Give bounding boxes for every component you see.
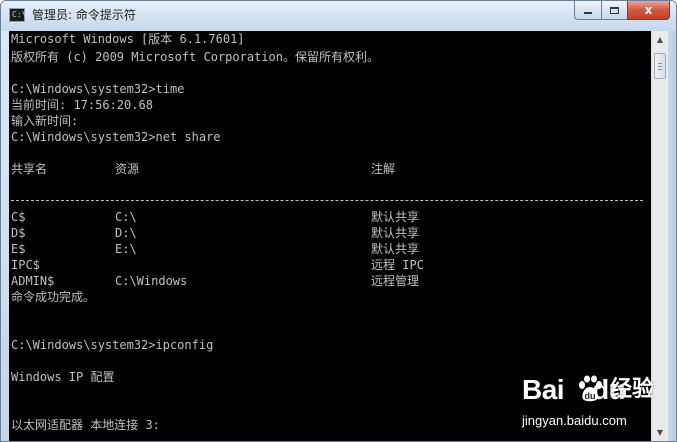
minimize-button[interactable] [574,1,601,20]
share-name: D$ [11,226,26,240]
share-remark: 默认共享 [371,210,420,224]
thumb-grip-line [658,66,662,67]
share-remark: 远程 IPC [371,258,424,272]
caption-buttons: x [574,1,670,22]
svg-text:du: du [585,391,596,401]
command-prompt-window: C:\ 管理员: 命令提示符 x Microsoft Windows [版本 6… [0,0,677,442]
share-name: ADMIN$ [11,274,55,288]
share-row: E$ E:\ 默认共享 [11,242,651,257]
console-line-success: 命令成功完成。 [11,290,96,304]
share-resource: C:\Windows [115,274,188,288]
share-row: ADMIN$ C:\Windows 远程管理 [11,274,651,289]
maximize-button[interactable] [601,1,627,20]
minimize-icon [584,12,592,14]
cmd-icon-glyph: C:\ [12,10,27,19]
baidu-jingyan-watermark: Bai du du 经验 jingyan.baidu.com [514,369,670,439]
watermark-brand-prefix: Bai [522,374,565,405]
scroll-thumb[interactable] [654,53,666,79]
console-line-time-command: C:\Windows\system32>time [11,82,185,96]
console-line-adapter: 以太网适配器 本地连接 3: [11,418,160,432]
share-header-resource: 资源 [115,162,140,176]
share-header-remark: 注解 [371,162,396,176]
console-line-net-share-command: C:\Windows\system32>net share [11,130,221,144]
share-resource: D:\ [115,226,137,240]
share-table-divider [11,200,643,201]
maximize-icon [610,6,619,14]
share-row: D$ D:\ 默认共享 [11,226,651,241]
thumb-grip-line [658,69,662,70]
share-resource: E:\ [115,242,137,256]
window-title: 管理员: 命令提示符 [32,8,136,22]
console-line-version: Microsoft Windows [版本 6.1.7601] [11,32,245,46]
close-icon: x [644,3,653,17]
share-remark: 默认共享 [371,226,420,240]
share-row: C$ C:\ 默认共享 [11,210,651,225]
share-header-name: 共享名 [11,162,48,176]
share-remark: 远程管理 [371,274,420,288]
watermark-product: 经验 [610,377,655,402]
share-table-header: 共享名 资源 注解 [11,162,651,177]
share-resource: C:\ [115,210,137,224]
thumb-grip-line [658,63,662,64]
console-line-current-time: 当前时间: 17:56:20.68 [11,98,153,112]
scroll-up-arrow-icon[interactable]: ▲ [652,31,668,48]
baidu-paw-logo-icon: du [579,375,602,402]
title-bar[interactable]: C:\ 管理员: 命令提示符 x [1,1,676,31]
share-name: E$ [11,242,26,256]
share-remark: 默认共享 [371,242,420,256]
share-row: IPC$ 远程 IPC [11,258,651,273]
console-line-ip-config-title: Windows IP 配置 [11,370,115,384]
watermark-url: jingyan.baidu.com [522,413,627,428]
cmd-app-icon[interactable]: C:\ [9,8,27,22]
share-name: IPC$ [11,258,40,272]
share-name: C$ [11,210,26,224]
console-line-copyright: 版权所有 (c) 2009 Microsoft Corporation。保留所有… [11,50,379,64]
console-line-input-time: 输入新时间: [11,114,79,128]
console-line-ipconfig-command: C:\Windows\system32>ipconfig [11,338,214,352]
close-button[interactable]: x [627,1,670,20]
